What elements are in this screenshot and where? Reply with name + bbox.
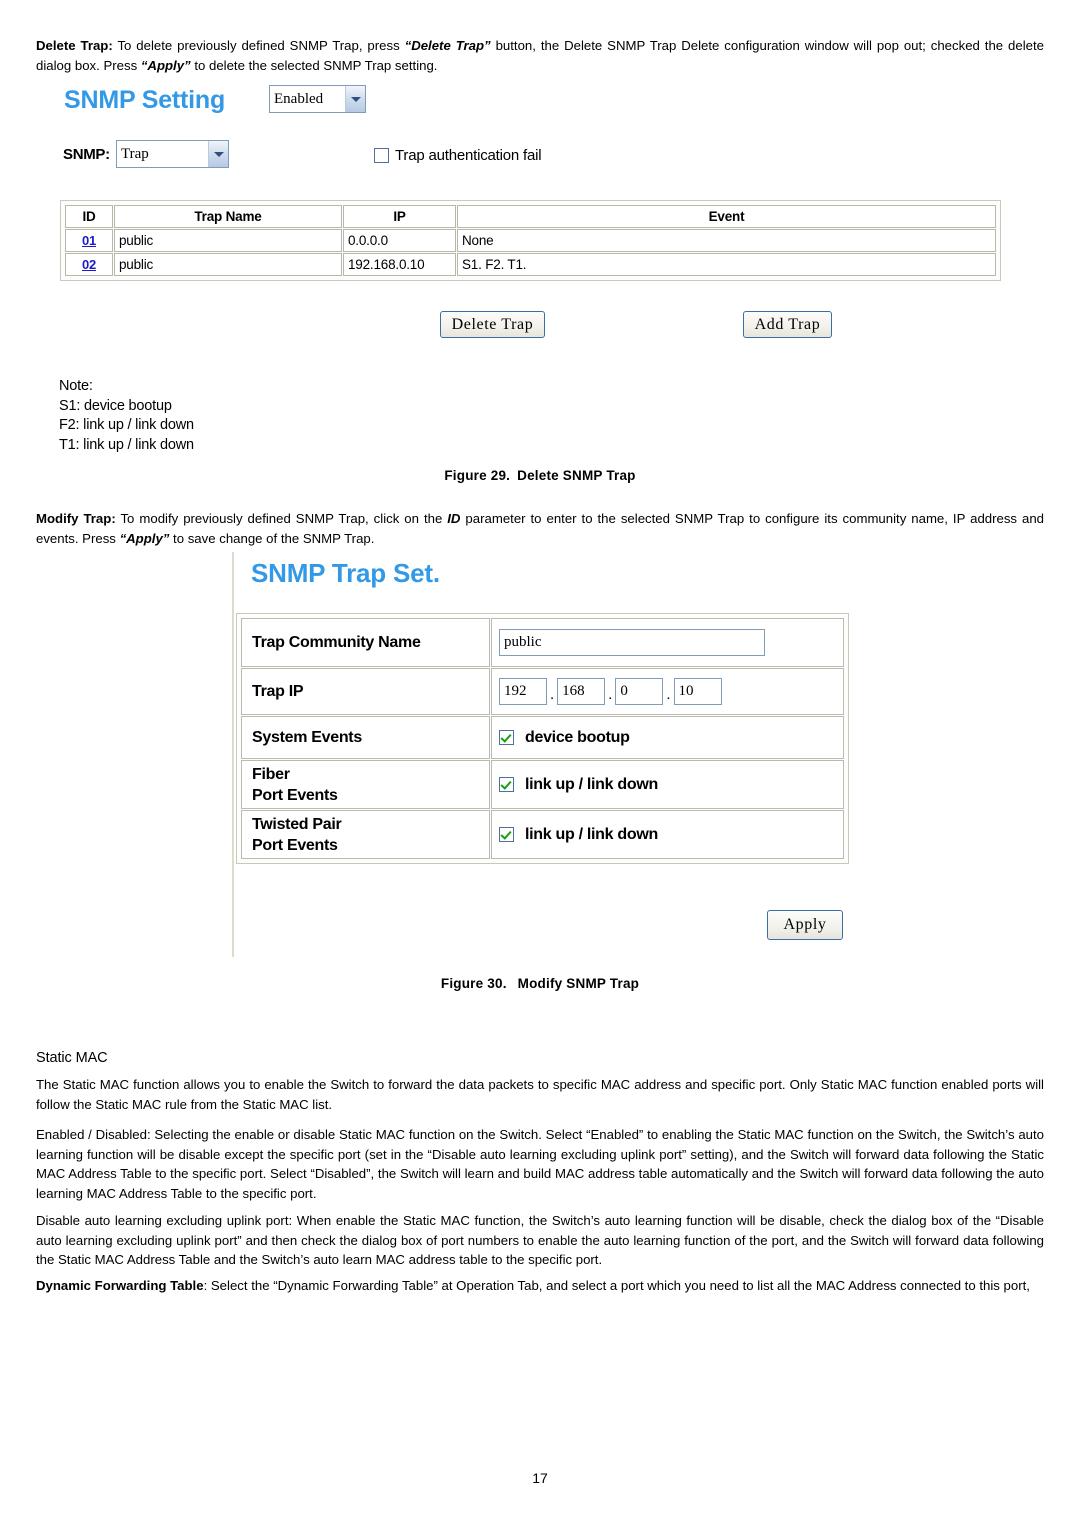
snmp-label: SNMP: bbox=[63, 146, 110, 163]
trap-id-link[interactable]: 01 bbox=[82, 233, 96, 248]
dynamic-forwarding-text: : Select the “Dynamic Forwarding Table” … bbox=[203, 1278, 1030, 1293]
paragraph-disable-auto-learning: Disable auto learning excluding uplink p… bbox=[36, 1213, 1044, 1267]
trap-ip-octet-2-input[interactable]: 168 bbox=[557, 678, 606, 705]
apply-button[interactable]: Apply bbox=[767, 910, 843, 940]
delete-trap-emphasis-1: “Delete Trap” bbox=[404, 38, 491, 53]
snmp-setting-title: SNMP Setting bbox=[64, 86, 226, 114]
snmp-enable-select[interactable]: Enabled bbox=[269, 85, 366, 113]
snmp-trap-table: ID Trap Name IP Event 01 public 0.0.0.0 … bbox=[60, 200, 1001, 281]
delete-trap-text-1: To delete previously defined SNMP Trap, … bbox=[112, 38, 405, 53]
form-row-trap-ip: Trap IP 192 . 168 . 0 . 10 bbox=[241, 668, 844, 715]
trap-ip-octets: 192 . 168 . 0 . 10 bbox=[499, 678, 843, 705]
fiber-port-events-checkbox[interactable] bbox=[499, 777, 514, 792]
modify-trap-emphasis-2: “Apply” bbox=[119, 530, 170, 546]
figure30-caption-text: Modify SNMP Trap bbox=[517, 976, 640, 991]
figure29-caption: Figure 29. Delete SNMP Trap bbox=[0, 468, 1080, 483]
delete-trap-button[interactable]: Delete Trap bbox=[440, 311, 545, 338]
figure29-caption-text: Delete SNMP Trap bbox=[517, 468, 636, 483]
document-page: Delete Trap: To delete previously define… bbox=[0, 0, 1080, 1528]
system-events-option-label: device bootup bbox=[525, 728, 630, 746]
paragraph-modify-trap: Modify Trap: To modify previously define… bbox=[36, 509, 1044, 548]
table-row: 02 public 192.168.0.10 S1. F2. T1. bbox=[65, 253, 996, 276]
table-header-row: ID Trap Name IP Event bbox=[65, 205, 996, 228]
figure30-screenshot: SNMP Trap Set. Trap Community Name publi… bbox=[232, 552, 1044, 957]
form-row-trap-community-name: Trap Community Name public bbox=[241, 618, 844, 667]
add-trap-button[interactable]: Add Trap bbox=[743, 311, 832, 338]
snmp-mode-select[interactable]: Trap bbox=[116, 140, 229, 168]
trap-ip-label: Trap IP bbox=[241, 668, 490, 715]
panel-left-rule bbox=[232, 552, 234, 957]
twisted-pair-port-events-option: link up / link down bbox=[499, 826, 843, 844]
trap-ip-cell: 0.0.0.0 bbox=[343, 229, 456, 252]
snmp-trap-set-title: SNMP Trap Set. bbox=[251, 558, 440, 588]
system-events-value-cell: device bootup bbox=[491, 716, 844, 759]
form-row-fiber-port-events: Fiber Port Events link up / link down bbox=[241, 760, 844, 809]
column-header-trap-name: Trap Name bbox=[114, 205, 342, 228]
twisted-pair-port-events-checkbox[interactable] bbox=[499, 827, 514, 842]
dynamic-forwarding-lead: Dynamic Forwarding Table bbox=[36, 1278, 204, 1293]
trap-ip-value-cell: 192 . 168 . 0 . 10 bbox=[491, 668, 844, 715]
twisted-pair-port-events-option-label: link up / link down bbox=[525, 825, 658, 843]
form-row-twisted-pair-port-events: Twisted Pair Port Events link up / link … bbox=[241, 810, 844, 859]
trap-name-cell: public bbox=[114, 253, 342, 276]
chevron-down-icon bbox=[345, 86, 365, 112]
paragraph-delete-trap: Delete Trap: To delete previously define… bbox=[36, 36, 1044, 75]
trap-community-name-input[interactable]: public bbox=[499, 629, 765, 656]
delete-trap-emphasis-2: “Apply” bbox=[140, 57, 191, 73]
figure29-caption-number: Figure 29. bbox=[444, 468, 511, 483]
page-number: 17 bbox=[532, 1470, 548, 1486]
ip-separator: . bbox=[608, 686, 613, 703]
trap-ip-cell: 192.168.0.10 bbox=[343, 253, 456, 276]
trap-id-cell[interactable]: 02 bbox=[65, 253, 113, 276]
form-row-system-events: System Events device bootup bbox=[241, 716, 844, 759]
figure30-caption-number: Figure 30. bbox=[440, 976, 507, 991]
modify-trap-text-3: to save change of the SNMP Trap. bbox=[169, 530, 375, 546]
chevron-down-icon bbox=[208, 141, 228, 167]
twisted-pair-port-events-label: Twisted Pair Port Events bbox=[241, 810, 490, 859]
trap-community-name-value-cell: public bbox=[491, 618, 844, 667]
figure29-screenshot: SNMP Setting Enabled SNMP: Trap Trap aut… bbox=[36, 80, 1044, 455]
delete-trap-text-3: to delete the selected SNMP Trap setting… bbox=[190, 57, 438, 73]
trap-authentication-fail-checkbox[interactable] bbox=[374, 148, 389, 163]
static-mac-heading: Static MAC bbox=[36, 1050, 108, 1066]
trap-community-name-label: Trap Community Name bbox=[241, 618, 490, 667]
table-row: 01 public 0.0.0.0 None bbox=[65, 229, 996, 252]
trap-id-link[interactable]: 02 bbox=[82, 257, 96, 272]
trap-event-cell: S1. F2. T1. bbox=[457, 253, 996, 276]
trap-id-cell[interactable]: 01 bbox=[65, 229, 113, 252]
trap-ip-octet-4-input[interactable]: 10 bbox=[673, 678, 722, 705]
trap-authentication-fail-label: Trap authentication fail bbox=[395, 147, 542, 164]
system-events-label: System Events bbox=[241, 716, 490, 759]
ip-separator: . bbox=[666, 686, 671, 703]
modify-trap-emphasis-1: ID bbox=[447, 511, 461, 526]
modify-trap-text-1: To modify previously defined SNMP Trap, … bbox=[115, 511, 448, 526]
trap-ip-octet-3-input[interactable]: 0 bbox=[615, 678, 664, 705]
column-header-ip: IP bbox=[343, 205, 456, 228]
column-header-id: ID bbox=[65, 205, 113, 228]
snmp-enable-select-value: Enabled bbox=[274, 90, 324, 107]
trap-event-cell: None bbox=[457, 229, 996, 252]
twisted-pair-port-events-value-cell: link up / link down bbox=[491, 810, 844, 859]
fiber-port-events-option: link up / link down bbox=[499, 776, 843, 794]
ip-separator: . bbox=[550, 686, 555, 703]
paragraph-enabled-disabled: Enabled / Disabled: Selecting the enable… bbox=[36, 1127, 1044, 1201]
system-events-option: device bootup bbox=[499, 729, 843, 747]
fiber-port-events-option-label: link up / link down bbox=[525, 775, 658, 793]
trap-ip-octet-1-input[interactable]: 192 bbox=[499, 678, 547, 705]
paragraph-static-mac-intro: The Static MAC function allows you to en… bbox=[36, 1077, 1044, 1112]
modify-trap-lead: Modify Trap: bbox=[36, 511, 116, 526]
trap-event-note: Note: S1: device bootup F2: link up / li… bbox=[59, 378, 194, 453]
delete-trap-lead: Delete Trap: bbox=[36, 38, 113, 53]
column-header-event: Event bbox=[457, 205, 996, 228]
figure30-caption: Figure 30. Modify SNMP Trap bbox=[0, 976, 1080, 991]
fiber-port-events-label: Fiber Port Events bbox=[241, 760, 490, 809]
snmp-mode-select-value: Trap bbox=[121, 145, 149, 162]
paragraph-dynamic-forwarding-table: Dynamic Forwarding Table: Select the “Dy… bbox=[36, 1276, 1044, 1296]
fiber-port-events-value-cell: link up / link down bbox=[491, 760, 844, 809]
trap-name-cell: public bbox=[114, 229, 342, 252]
system-events-checkbox[interactable] bbox=[499, 730, 514, 745]
snmp-trap-set-form: Trap Community Name public Trap IP 192 . bbox=[236, 613, 849, 864]
